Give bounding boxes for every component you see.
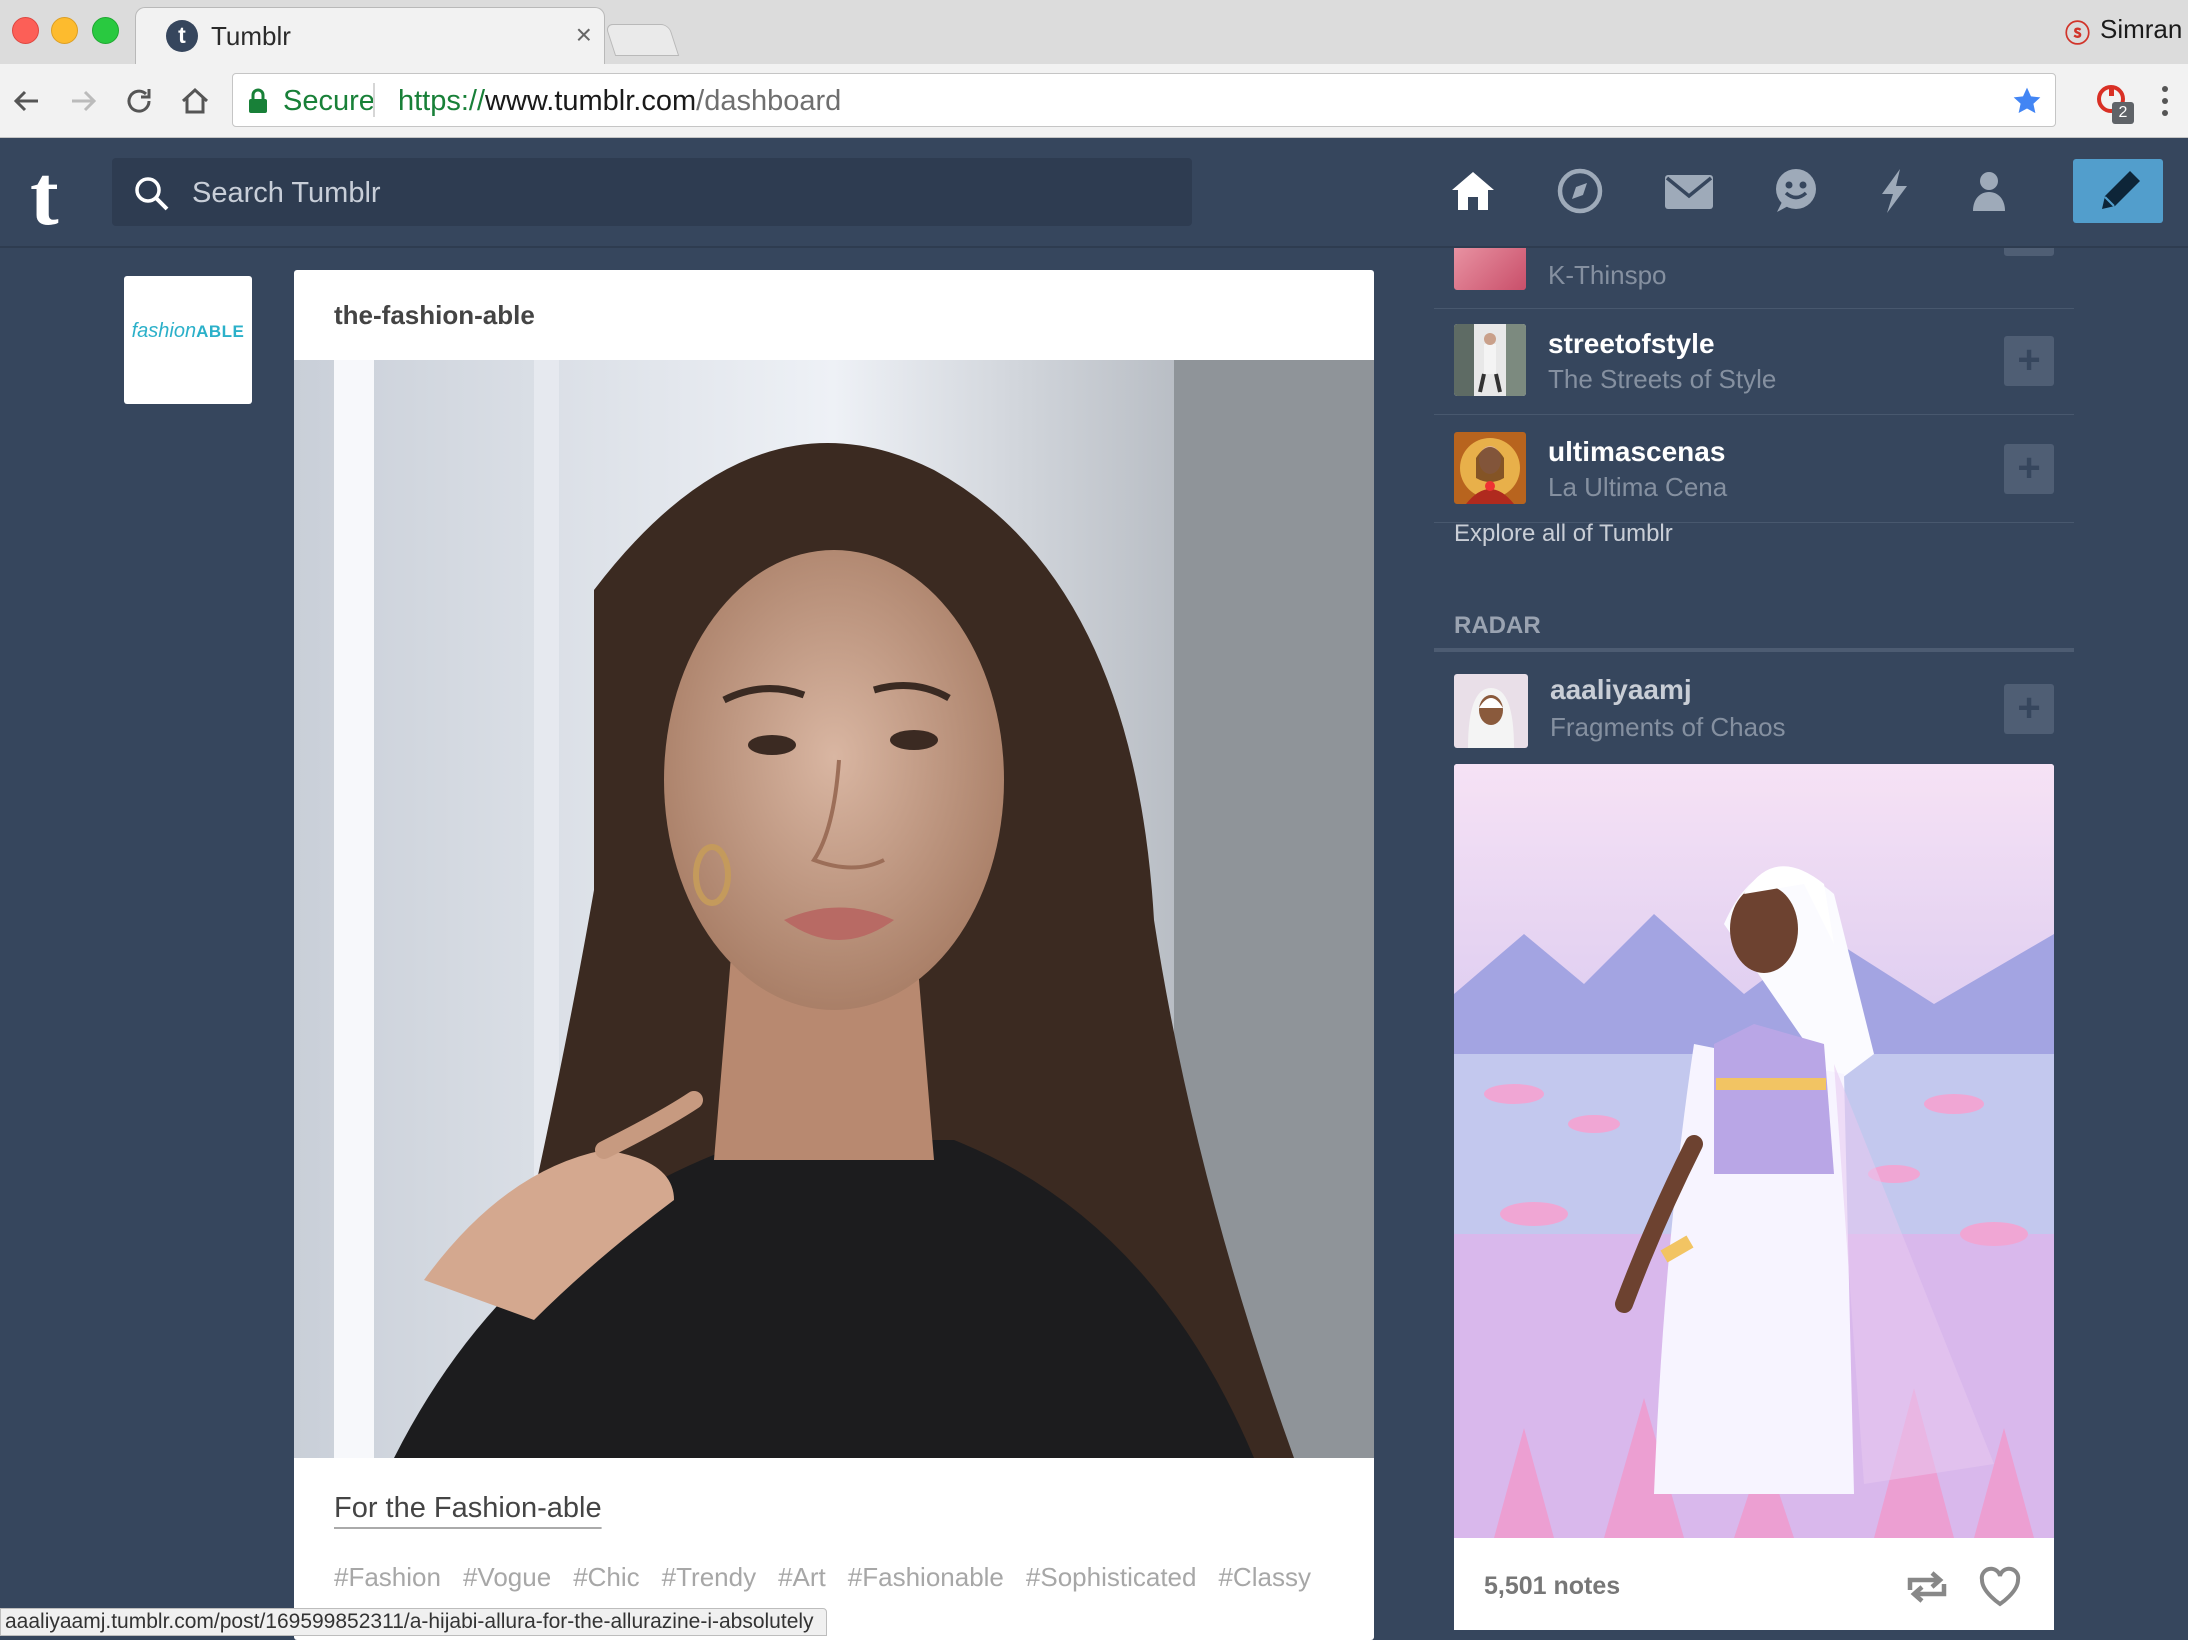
follow-button[interactable]: +	[2004, 248, 2054, 256]
post-caption: For the Fashion-able	[334, 1492, 602, 1524]
post-tag[interactable]: #Chic	[573, 1562, 639, 1592]
url-separator	[373, 83, 375, 117]
browser-toolbar: Secure https://www.tumblr.com/dashboard …	[0, 64, 2188, 138]
browser-menu-icon[interactable]	[2160, 84, 2170, 118]
avatar-logo-script: fashion	[131, 320, 197, 342]
home-icon[interactable]	[1448, 166, 1498, 216]
activity-lightning-icon[interactable]	[1870, 166, 1920, 216]
compose-pencil-icon	[2073, 159, 2163, 223]
window-close-button[interactable]	[12, 17, 39, 44]
tumblr-header: t	[0, 138, 2188, 248]
tumblr-favicon-icon: t	[166, 20, 198, 52]
reblog-icon[interactable]	[1904, 1566, 1950, 1608]
radar-heading: RADAR	[1454, 612, 1541, 639]
window-minimize-button[interactable]	[51, 17, 78, 44]
post-tag[interactable]: #Fashionable	[848, 1562, 1004, 1592]
address-bar[interactable]: Secure https://www.tumblr.com/dashboard	[232, 73, 2056, 127]
url-scheme: https://	[398, 85, 486, 117]
radar-notes-count[interactable]: 5,501 notes	[1484, 1572, 1620, 1601]
tumblr-logo[interactable]: t	[30, 152, 59, 238]
avatar-logo-bold: ABLE	[196, 322, 245, 341]
tab-title: Tumblr	[211, 21, 291, 51]
radar-blog-title[interactable]: Fragments of Chaos	[1550, 712, 1786, 743]
post-tag[interactable]: #Vogue	[463, 1562, 551, 1592]
secure-label: Secure	[283, 85, 375, 117]
browser-tab[interactable]: t Tumblr ×	[135, 7, 605, 64]
recommended-blog-title[interactable]: K-Thinspo	[1548, 260, 1667, 291]
post-tag[interactable]: #Sophisticated	[1026, 1562, 1197, 1592]
search-input[interactable]	[190, 172, 1154, 214]
url-path: /dashboard	[696, 85, 842, 117]
url-text[interactable]: https://www.tumblr.com/dashboard	[398, 85, 841, 118]
radar-post-image[interactable]	[1454, 764, 2054, 1538]
post-tag[interactable]: #Art	[778, 1562, 826, 1592]
back-arrow-icon[interactable]	[8, 82, 46, 120]
compose-button[interactable]	[2073, 159, 2163, 223]
recommended-blog-avatar[interactable]	[1454, 432, 1526, 504]
explore-icon[interactable]	[1555, 166, 1605, 216]
post-tag[interactable]: #Trendy	[662, 1562, 756, 1592]
follow-button[interactable]: +	[2004, 444, 2054, 494]
reload-icon[interactable]	[120, 82, 158, 120]
messaging-icon[interactable]	[1771, 166, 1821, 216]
account-icon[interactable]	[1964, 166, 2014, 216]
profile-icon[interactable]: ⓢ	[2065, 14, 2090, 50]
post-tag[interactable]: #Classy	[1218, 1562, 1310, 1592]
recommended-blog-row[interactable]: K-Thinspo +	[1434, 248, 2074, 309]
post-tags: #Fashion #Vogue #Chic #Trendy #Art #Fashionab…	[334, 1562, 1333, 1593]
dashboard-post: the-fashion-able For the Fashion-able #F…	[294, 270, 1374, 1640]
new-tab-button[interactable]	[604, 24, 680, 56]
browser-status-url: aaaliyaamj.tumblr.com/post/169599852311/…	[0, 1608, 827, 1636]
radar-divider	[1434, 648, 2074, 652]
recommended-blog-title[interactable]: La Ultima Cena	[1548, 472, 1727, 503]
blog-avatar-logo: fashionABLE	[124, 320, 252, 343]
bookmark-star-icon[interactable]	[2011, 85, 2043, 117]
recommended-blog-name[interactable]: ultimascenas	[1548, 436, 1725, 468]
post-tag[interactable]: #Fashion	[334, 1562, 441, 1592]
recommended-blog-avatar[interactable]	[1454, 324, 1526, 396]
explore-all-link[interactable]: Explore all of Tumblr	[1454, 520, 1673, 548]
radar-blog-avatar[interactable]	[1454, 674, 1528, 748]
search-box[interactable]	[112, 158, 1192, 226]
post-photo[interactable]	[294, 360, 1374, 1458]
tab-close-icon[interactable]: ×	[576, 19, 592, 51]
recommended-blog-name[interactable]: streetofstyle	[1548, 328, 1715, 360]
forward-arrow-icon[interactable]	[64, 82, 102, 120]
browser-tab-strip: t Tumblr × ⓢ Simran	[0, 0, 2188, 64]
extension-badge: 2	[2112, 102, 2134, 124]
follow-button[interactable]: +	[2004, 336, 2054, 386]
browser-home-icon[interactable]	[176, 82, 214, 120]
radar-follow-button[interactable]: +	[2004, 684, 2054, 734]
inbox-icon[interactable]	[1662, 166, 1713, 216]
post-blog-name[interactable]: the-fashion-able	[334, 300, 535, 331]
search-icon	[134, 176, 170, 212]
profile-name[interactable]: Simran	[2100, 14, 2182, 45]
window-maximize-button[interactable]	[92, 17, 119, 44]
lock-icon	[247, 88, 269, 114]
like-heart-icon[interactable]	[1978, 1566, 2022, 1608]
recommended-blog-row[interactable]: streetofstyle The Streets of Style +	[1434, 308, 2074, 415]
radar-blog-name[interactable]: aaaliyaamj	[1550, 674, 1692, 706]
radar-post: 5,501 notes	[1454, 764, 2054, 1630]
recommended-blog-avatar[interactable]	[1454, 248, 1526, 290]
recommended-blog-row[interactable]: ultimascenas La Ultima Cena +	[1434, 416, 2074, 523]
recommended-blog-title[interactable]: The Streets of Style	[1548, 364, 1776, 395]
dashboard-sidebar: K-Thinspo + streetofstyle The Streets of…	[1434, 248, 2074, 1630]
blog-avatar[interactable]: fashionABLE	[124, 276, 252, 404]
url-host: www.tumblr.com	[485, 85, 697, 117]
